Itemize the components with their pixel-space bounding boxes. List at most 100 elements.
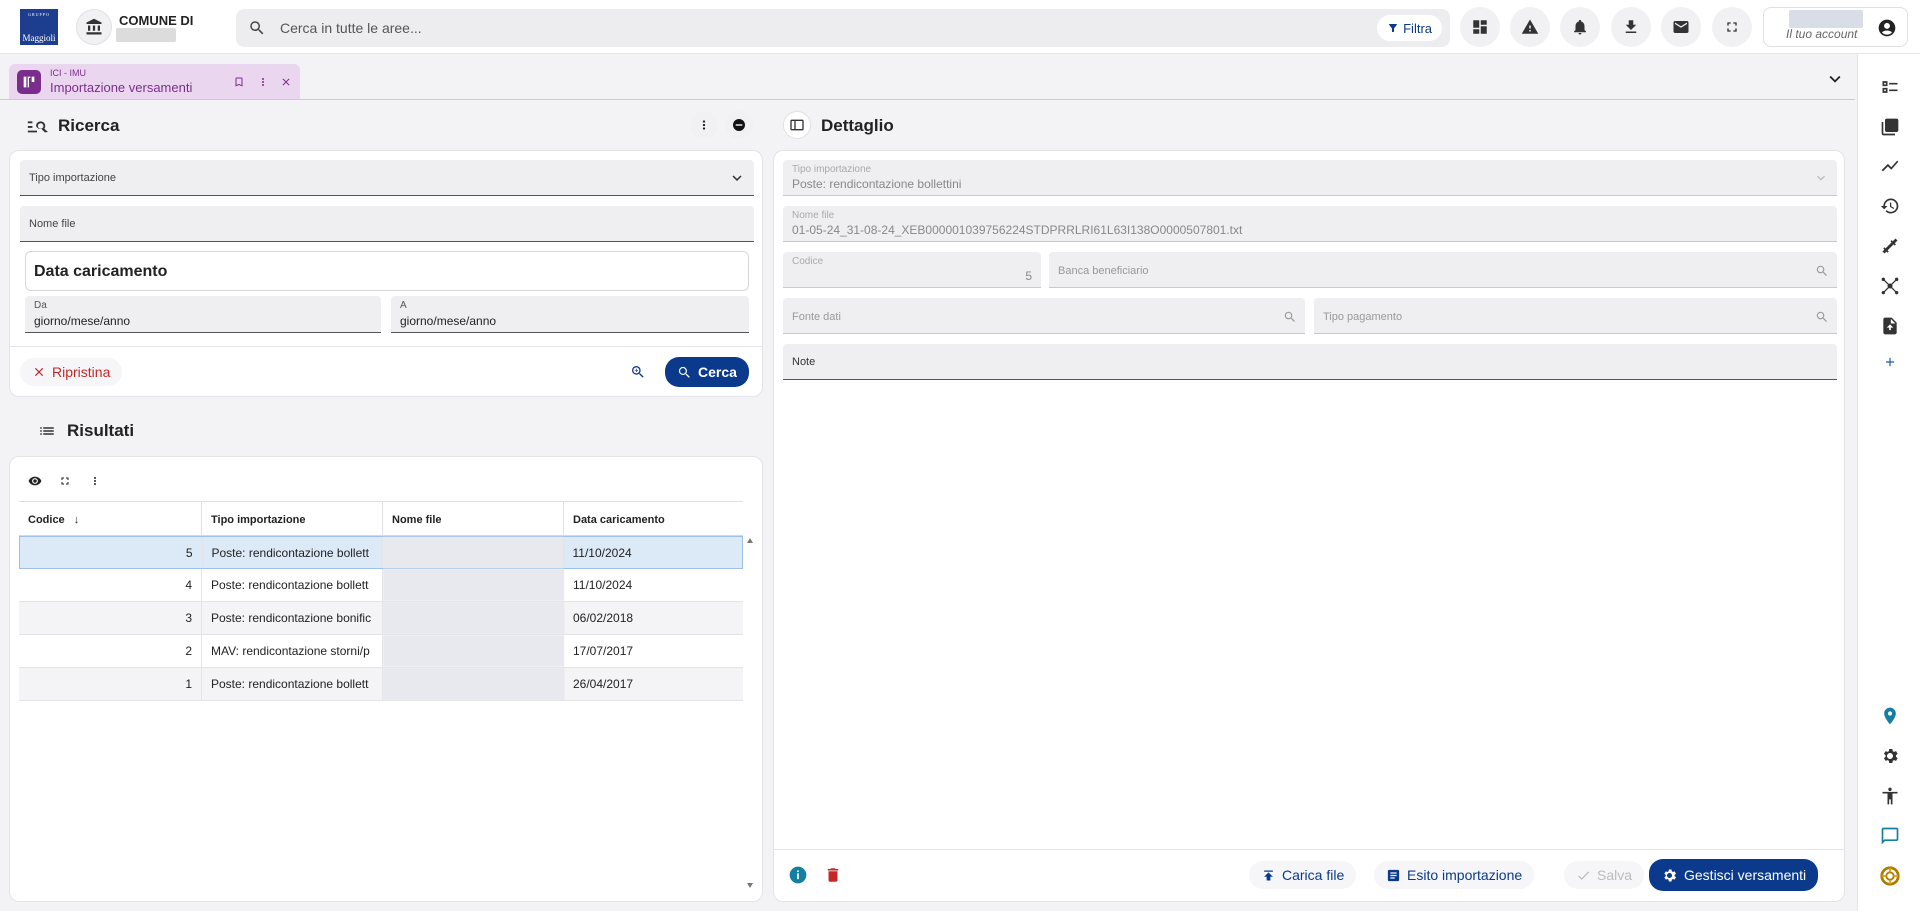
info-button[interactable] bbox=[784, 861, 812, 889]
gestisci-versamenti-button[interactable]: Gestisci versamenti bbox=[1649, 859, 1819, 891]
cell-codice: 5 bbox=[20, 537, 203, 568]
cell-codice: 1 bbox=[19, 668, 202, 700]
warning-icon bbox=[1521, 18, 1539, 36]
cell-data: 11/10/2024 bbox=[572, 546, 632, 560]
messages-button[interactable] bbox=[1661, 7, 1701, 47]
column-header-data[interactable]: Data caricamento bbox=[564, 502, 743, 535]
add-icon[interactable] bbox=[1879, 351, 1901, 373]
municipality-home-button[interactable] bbox=[76, 9, 112, 45]
advanced-search-button[interactable] bbox=[624, 358, 652, 386]
downloads-button[interactable] bbox=[1611, 7, 1651, 47]
list-view-icon[interactable] bbox=[1879, 76, 1901, 98]
zoom-in-icon bbox=[630, 364, 646, 380]
ricerca-collapse-button[interactable] bbox=[725, 111, 753, 139]
bookmark-icon[interactable] bbox=[230, 73, 248, 91]
alerts-button[interactable] bbox=[1510, 7, 1550, 47]
account-button[interactable]: Il tuo account bbox=[1763, 7, 1908, 47]
cell-data: 06/02/2018 bbox=[573, 611, 634, 625]
report-icon bbox=[1386, 868, 1401, 883]
date-to-input[interactable]: A giorno/mese/anno bbox=[391, 296, 749, 333]
cerca-button[interactable]: Cerca bbox=[665, 357, 749, 387]
maggioli-logo[interactable]: GRUPPO Maggioli bbox=[20, 9, 58, 45]
chevron-down-icon bbox=[728, 169, 746, 187]
books-icon[interactable] bbox=[1879, 116, 1901, 138]
chevron-down-icon[interactable] bbox=[1824, 68, 1846, 90]
table-row[interactable]: 2 MAV: rendicontazione storni/p 17/07/20… bbox=[19, 635, 743, 668]
logo-text: Maggioli bbox=[22, 33, 56, 43]
ricerca-more-button[interactable] bbox=[690, 111, 718, 139]
gestisci-label: Gestisci versamenti bbox=[1684, 867, 1807, 883]
network-icon[interactable] bbox=[1879, 275, 1901, 297]
table-row[interactable]: 4 Poste: rendicontazione bollett 11/10/2… bbox=[19, 569, 743, 602]
cell-nome-file-redacted bbox=[383, 668, 564, 700]
trending-icon[interactable] bbox=[1879, 155, 1901, 177]
search-icon bbox=[1815, 310, 1829, 324]
table-more-button[interactable] bbox=[84, 470, 106, 492]
tipo-pagamento-label: Tipo pagamento bbox=[1323, 311, 1403, 323]
search-list-icon bbox=[26, 115, 48, 137]
fonte-label: Fonte dati bbox=[792, 311, 841, 323]
search-icon bbox=[1815, 264, 1829, 278]
accessibility-icon[interactable] bbox=[1879, 785, 1901, 807]
dettaglio-tipo-value: Poste: rendicontazione bollettini bbox=[792, 177, 962, 191]
esito-importazione-button[interactable]: Esito importazione bbox=[1374, 861, 1535, 889]
support-lifebuoy-icon[interactable] bbox=[1879, 865, 1901, 887]
comune-label: COMUNE DI bbox=[119, 13, 194, 28]
carica-file-label: Carica file bbox=[1282, 867, 1345, 883]
location-pin-icon[interactable] bbox=[1879, 705, 1901, 727]
file-import-icon[interactable] bbox=[1879, 315, 1901, 337]
tab-more-icon[interactable] bbox=[254, 73, 272, 91]
fullscreen-button[interactable] bbox=[1712, 7, 1752, 47]
table-row[interactable]: 3 Poste: rendicontazione bonific 06/02/2… bbox=[19, 602, 743, 635]
cell-codice: 3 bbox=[19, 602, 202, 634]
table-scrollbar[interactable] bbox=[746, 537, 754, 889]
date-from-input[interactable]: Da giorno/mese/anno bbox=[25, 296, 381, 333]
settings-icon[interactable] bbox=[1879, 745, 1901, 767]
right-sidebar bbox=[1857, 54, 1920, 911]
tab-module-label: ICI - IMU bbox=[50, 68, 86, 78]
global-search[interactable]: Cerca in tutte le aree... Filtra bbox=[236, 9, 1450, 47]
visibility-button[interactable] bbox=[24, 470, 46, 492]
search-icon bbox=[677, 365, 692, 380]
filter-button[interactable]: Filtra bbox=[1377, 15, 1442, 41]
cell-nome-file-redacted bbox=[383, 602, 564, 634]
tipo-importazione-label: Tipo importazione bbox=[29, 172, 117, 184]
cell-nome-file-redacted bbox=[383, 635, 564, 667]
plugin-icon[interactable] bbox=[1879, 235, 1901, 257]
nome-file-input[interactable]: Nome file bbox=[20, 206, 754, 242]
sidebar-toggle-button[interactable] bbox=[783, 111, 811, 139]
info-icon bbox=[788, 865, 808, 885]
salva-label: Salva bbox=[1597, 867, 1633, 883]
dashboard-button[interactable] bbox=[1460, 7, 1500, 47]
data-caricamento-group: Data caricamento bbox=[25, 251, 749, 291]
fullscreen-icon bbox=[1724, 19, 1740, 35]
upload-icon bbox=[1261, 868, 1276, 883]
carica-file-button[interactable]: Carica file bbox=[1249, 861, 1357, 889]
sort-down-icon[interactable]: ↓ bbox=[74, 514, 80, 526]
dettaglio-nome-file-value: 01-05-24_31-08-24_XEB000001039756224STDP… bbox=[792, 223, 1243, 237]
notifications-button[interactable] bbox=[1560, 7, 1600, 47]
feedback-icon[interactable] bbox=[1879, 825, 1901, 847]
cell-data: 11/10/2024 bbox=[573, 578, 633, 592]
eye-icon bbox=[28, 474, 42, 488]
delete-button[interactable] bbox=[819, 861, 847, 889]
note-input[interactable]: Note bbox=[783, 344, 1837, 380]
tipo-importazione-select[interactable]: Tipo importazione bbox=[20, 160, 754, 196]
column-header-codice[interactable]: Codice ↓ bbox=[19, 502, 202, 535]
column-header-nome-file[interactable]: Nome file bbox=[383, 502, 564, 535]
table-row[interactable]: 1 Poste: rendicontazione bollett 26/04/2… bbox=[19, 668, 743, 701]
column-header-tipo[interactable]: Tipo importazione bbox=[202, 502, 383, 535]
dettaglio-title: Dettaglio bbox=[821, 116, 894, 135]
table-fullscreen-button[interactable] bbox=[54, 470, 76, 492]
tab-importazione-versamenti[interactable]: ICI - IMU Importazione versamenti bbox=[9, 64, 300, 100]
close-icon bbox=[32, 365, 46, 379]
more-vert-icon bbox=[89, 475, 101, 487]
ripristina-button[interactable]: Ripristina bbox=[20, 358, 123, 386]
salva-button[interactable]: Salva bbox=[1564, 861, 1645, 889]
tab-close-icon[interactable] bbox=[277, 73, 295, 91]
dettaglio-codice: Codice 5 bbox=[783, 252, 1041, 288]
table-header: Codice ↓ Tipo importazione Nome file Dat… bbox=[19, 501, 743, 536]
table-row[interactable]: 5 Poste: rendicontazione bollett 11/10/2… bbox=[19, 536, 743, 569]
search-input[interactable]: Cerca in tutte le aree... bbox=[280, 20, 422, 36]
history-icon[interactable] bbox=[1879, 195, 1901, 217]
